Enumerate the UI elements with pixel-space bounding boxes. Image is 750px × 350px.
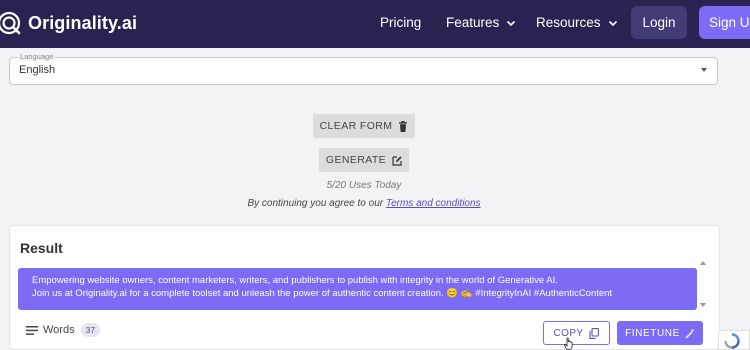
word-count: Words 37 [26,323,101,337]
top-navbar: Originality.ai Pricing Features Resource… [0,0,750,48]
chevron-down-icon [507,20,516,26]
nav-pricing-label: Pricing [380,15,422,30]
result-title: Result [20,240,63,256]
login-button[interactable]: Login [631,6,687,39]
nav-resources[interactable]: Resources [536,15,618,30]
terms-notice: By continuing you agree to our Terms and… [0,198,728,209]
magic-wand-icon [685,328,695,338]
words-count-badge: 37 [80,323,101,337]
language-select[interactable] [9,57,718,85]
edit-icon [392,155,402,166]
signup-button[interactable]: Sign Up [699,6,750,39]
nav-pricing[interactable]: Pricing [380,15,421,30]
terms-link[interactable]: Terms and conditions [386,198,481,209]
recaptcha-badge[interactable] [718,330,750,350]
hand-cursor-icon [564,337,573,350]
generate-button[interactable]: GENERATE [319,148,409,172]
brand-name: Originality.ai [28,12,138,33]
text-lines-icon [26,325,38,335]
result-line-1: Empowering website owners, content marke… [32,275,558,286]
language-label: Language [18,52,56,61]
finetune-label: FINETUNE [625,327,680,339]
trash-icon [399,120,408,132]
nav-features-label: Features [446,15,500,30]
finetune-button[interactable]: FINETUNE [617,321,703,345]
originality-logo-icon [0,11,21,35]
generate-label: GENERATE [325,154,387,166]
result-line-2: Join us at Originality.ai for a complete… [32,288,613,299]
nav-features[interactable]: Features [446,15,516,30]
copy-button[interactable]: COPY [543,321,610,345]
clear-form-label: CLEAR FORM [319,120,393,132]
language-value: English [19,64,56,76]
result-output[interactable]: Empowering website owners, content marke… [18,268,697,310]
scroll-up-icon[interactable] [700,261,706,265]
dropdown-caret-icon [701,68,707,72]
terms-prefix: By continuing you agree to our [247,198,386,209]
words-label: Words [43,324,75,336]
recaptcha-icon [724,333,740,349]
brand-logo[interactable]: Originality.ai [0,8,137,38]
copy-icon [589,327,600,339]
scroll-down-icon[interactable] [700,303,706,307]
chevron-down-icon [608,20,617,26]
clear-form-button[interactable]: CLEAR FORM [313,114,415,138]
nav-resources-label: Resources [536,15,601,30]
usage-counter: 5/20 Uses Today [326,180,402,191]
